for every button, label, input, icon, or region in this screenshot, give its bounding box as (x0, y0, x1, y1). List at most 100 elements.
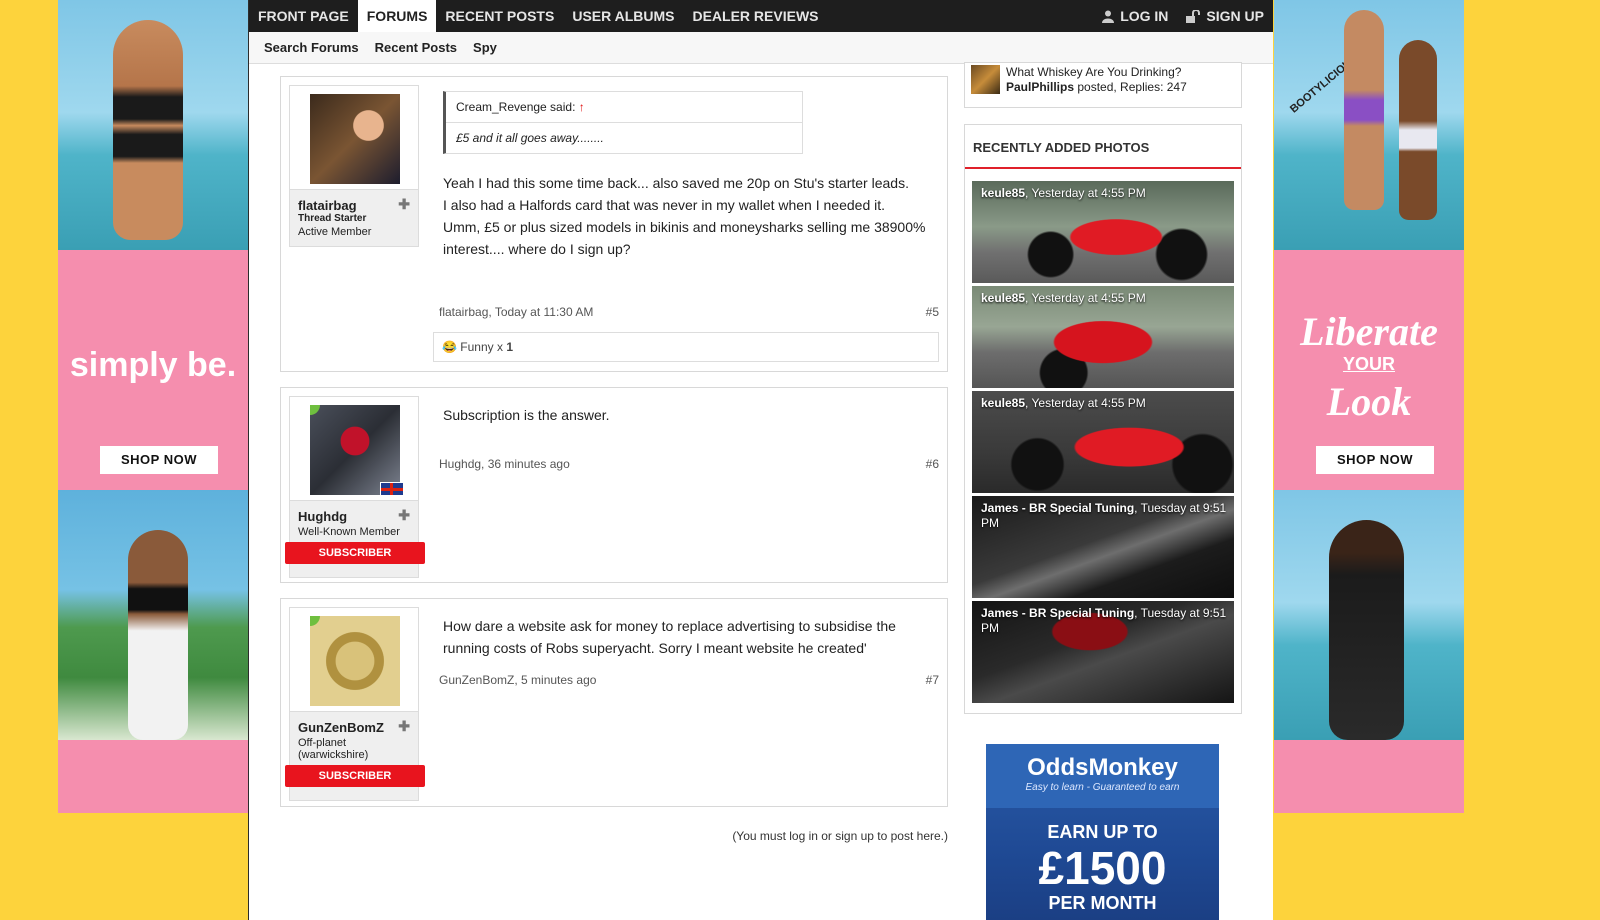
username[interactable]: GunZenBomZ (298, 720, 384, 735)
recent-posts-link[interactable]: Recent Posts (375, 40, 457, 55)
message-line: Yeah I had this some time back... also s… (443, 175, 909, 191)
shop-now-button[interactable]: SHOP NOW (100, 446, 218, 474)
expand-icon[interactable]: ✚ (398, 507, 410, 524)
photo-user[interactable]: James - BR Special Tuning (981, 501, 1134, 515)
ad-photo-jump: BOOTYLICIOUS (1274, 0, 1464, 250)
message-line: How dare a website ask for money to repl… (443, 618, 896, 656)
photo-user[interactable]: keule85 (981, 186, 1025, 200)
tab-user-albums[interactable]: USER ALBUMS (563, 0, 683, 32)
photo-date: , Yesterday at 4:55 PM (1025, 186, 1146, 200)
ad-earn: EARN UP TO (1047, 822, 1158, 842)
post-author-date[interactable]: GunZenBomZ, 5 minutes ago (439, 673, 596, 687)
reactions-bar: 😂 Funny x 1 (433, 332, 939, 362)
ad-line-2: YOUR (1342, 354, 1395, 374)
username[interactable]: Hughdg (298, 509, 347, 524)
photo-thumbnail[interactable]: James - BR Special Tuning, Tuesday at 9:… (972, 496, 1234, 598)
photo-thumbnail[interactable]: James - BR Special Tuning, Tuesday at 9:… (972, 601, 1234, 703)
new-threads-panel: What Whiskey Are You Drinking? PaulPhill… (964, 62, 1242, 108)
photo-thumbnail[interactable]: keule85, Yesterday at 4:55 PM (972, 391, 1234, 493)
message-content: Cream_Revenge said: ↑ £5 and it all goes… (443, 91, 937, 260)
user-info: Hughdg ✚ Well-Known Member SUBSCRIBER (285, 396, 425, 578)
user-info: GunZenBomZ ✚ Off-planet (warwickshire) S… (285, 607, 425, 801)
post: Hughdg ✚ Well-Known Member SUBSCRIBER Su… (280, 387, 948, 583)
thread-starter-label: Thread Starter (298, 213, 367, 224)
quote-block: Cream_Revenge said: ↑ £5 and it all goes… (443, 91, 803, 154)
reaction-label: Funny x (460, 340, 503, 354)
ad-tagline: Easy to learn - Guaranteed to earn (1025, 782, 1180, 793)
ad-per-month: PER MONTH (1048, 893, 1157, 913)
left-ad-banner[interactable]: simply be. SHOP NOW (58, 0, 248, 813)
ad-line-3: Look (1326, 379, 1412, 424)
thread-thumbnail[interactable] (971, 65, 1000, 94)
shop-now-button-right[interactable]: SHOP NOW (1316, 446, 1434, 474)
photo-thumbnail[interactable]: keule85, Yesterday at 4:55 PM (972, 286, 1234, 388)
subscriber-badge: SUBSCRIBER (285, 765, 425, 787)
tab-front-page[interactable]: FRONT PAGE (249, 0, 358, 32)
message-line: Umm, £5 or plus sized models in bikinis … (443, 219, 926, 257)
user-info: flatairbag ✚ Thread Starter Active Membe… (289, 85, 419, 247)
search-forums-link[interactable]: Search Forums (264, 40, 359, 55)
login-link[interactable]: LOG IN (1093, 8, 1177, 24)
thread-title[interactable]: What Whiskey Are You Drinking? (1006, 65, 1187, 80)
post-author-date[interactable]: Hughdg, 36 minutes ago (439, 457, 570, 471)
post-meta: GunZenBomZ, 5 minutes ago #7 (439, 673, 939, 687)
post-number[interactable]: #7 (926, 673, 939, 687)
reaction-count[interactable]: 1 (506, 340, 513, 354)
quote-text: £5 and it all goes away........ (456, 131, 604, 145)
signup-link[interactable]: SIGN UP (1177, 8, 1273, 24)
tab-forums[interactable]: FORUMS (357, 0, 437, 32)
spy-link[interactable]: Spy (473, 40, 497, 55)
expand-icon[interactable]: ✚ (398, 718, 410, 735)
photo-date: , Yesterday at 4:55 PM (1025, 396, 1146, 410)
user-title: Well-Known Member (298, 526, 400, 538)
ad-photo-sea (1274, 490, 1464, 740)
right-ad-banner[interactable]: BOOTYLICIOUS Liberate YOUR Look SHOP NOW (1274, 0, 1464, 813)
photo-user[interactable]: keule85 (981, 396, 1025, 410)
tab-dealer-reviews[interactable]: DEALER REVIEWS (683, 0, 827, 32)
avatar[interactable] (310, 616, 400, 706)
expand-icon[interactable]: ✚ (398, 196, 410, 213)
panel-heading: RECENTLY ADDED PHOTOS (965, 125, 1241, 169)
recent-photos-panel: RECENTLY ADDED PHOTOS keule85, Yesterday… (964, 124, 1242, 714)
quote-jump-arrow-icon[interactable]: ↑ (579, 100, 585, 114)
photo-user[interactable]: keule85 (981, 291, 1025, 305)
ad-photo-beach (58, 0, 248, 250)
thread-item[interactable]: What Whiskey Are You Drinking? PaulPhill… (971, 65, 1187, 96)
post-number[interactable]: #6 (926, 457, 939, 471)
post-meta: flatairbag, Today at 11:30 AM #5 (439, 305, 939, 319)
tab-recent-posts[interactable]: RECENT POSTS (436, 0, 563, 32)
ad-logo: OddsMonkey (1027, 754, 1178, 781)
message-line: I also had a Halfords card that was neve… (443, 197, 886, 213)
uk-flag-icon (380, 482, 404, 496)
post-number[interactable]: #5 (926, 305, 939, 319)
message-content: How dare a website ask for money to repl… (443, 615, 937, 659)
avatar[interactable] (310, 94, 400, 184)
user-icon (1102, 10, 1115, 23)
ad-photo-palm (58, 490, 248, 740)
signup-label: SIGN UP (1206, 8, 1264, 24)
login-label: LOG IN (1120, 8, 1169, 24)
ad-pink-panel: simply be. SHOP NOW (58, 250, 248, 490)
thread-user[interactable]: PaulPhillips (1006, 80, 1074, 94)
top-navigation: FRONT PAGE FORUMS RECENT POSTS USER ALBU… (249, 0, 1273, 32)
photo-thumbnail[interactable]: keule85, Yesterday at 4:55 PM (972, 181, 1234, 283)
message-content: Subscription is the answer. (443, 404, 937, 426)
post-meta: Hughdg, 36 minutes ago #6 (439, 457, 939, 471)
unlock-icon (1186, 9, 1201, 23)
login-note[interactable]: (You must log in or sign up to post here… (700, 829, 948, 843)
post-author-date[interactable]: flatairbag, Today at 11:30 AM (439, 305, 593, 319)
post: flatairbag ✚ Thread Starter Active Membe… (280, 76, 948, 372)
thread-meta: posted, Replies: 247 (1077, 80, 1187, 94)
ad-line-1: Liberate (1300, 309, 1438, 354)
user-title: Off-planet (warwickshire) (298, 737, 369, 761)
photo-user[interactable]: James - BR Special Tuning (981, 606, 1134, 620)
ad-amount: £1500 (1038, 842, 1167, 894)
post: GunZenBomZ ✚ Off-planet (warwickshire) S… (280, 598, 948, 807)
oddsmonkey-ad[interactable]: OddsMonkey Easy to learn - Guaranteed to… (986, 744, 1219, 920)
quote-author: Cream_Revenge said: (456, 100, 576, 114)
laugh-emoji-icon: 😂 (442, 340, 457, 354)
photo-date: , Yesterday at 4:55 PM (1025, 291, 1146, 305)
subscriber-badge: SUBSCRIBER (285, 542, 425, 564)
user-title: Active Member (298, 226, 372, 238)
username[interactable]: flatairbag (298, 198, 357, 213)
